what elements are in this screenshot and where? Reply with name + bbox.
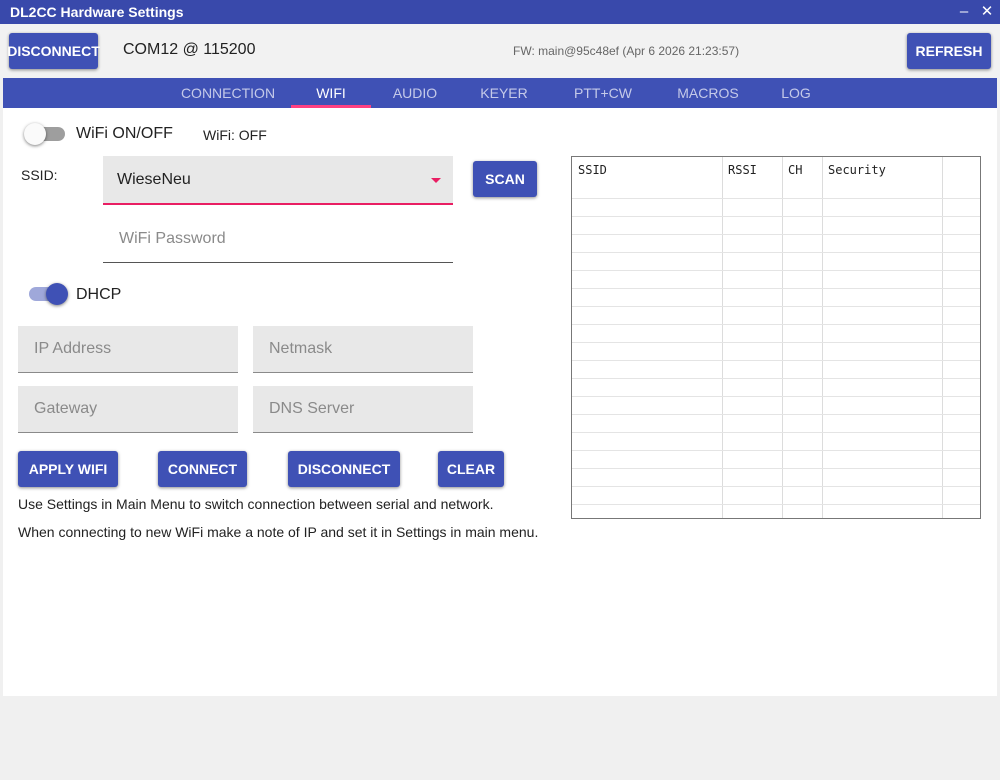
tab-bar: CONNECTION WIFI AUDIO KEYER PTT+CW MACRO…	[3, 78, 997, 108]
wifi-toggle-label: WiFi ON/OFF	[76, 125, 173, 142]
clear-button[interactable]: CLEAR	[438, 451, 504, 487]
tab-audio[interactable]: AUDIO	[380, 78, 450, 108]
table-row-line	[572, 450, 980, 451]
table-row-line	[572, 432, 980, 433]
tab-keyer[interactable]: KEYER	[469, 78, 539, 108]
column-divider	[822, 157, 823, 518]
column-header-rssi[interactable]: RSSI	[728, 163, 757, 177]
window-title: DL2CC Hardware Settings	[10, 4, 184, 20]
tab-connection[interactable]: CONNECTION	[173, 78, 283, 108]
gateway-field[interactable]: Gateway	[18, 386, 238, 433]
ssid-value: WieseNeu	[117, 171, 191, 188]
column-divider	[942, 157, 943, 518]
column-divider	[722, 157, 723, 518]
column-divider	[782, 157, 783, 518]
column-header-security[interactable]: Security	[828, 163, 886, 177]
serial-disconnect-button[interactable]: DISCONNECT	[7, 33, 100, 69]
wifi-status: WiFi: OFF	[203, 127, 267, 143]
ssid-select[interactable]: WieseNeu	[103, 156, 453, 205]
tab-ptt-cw[interactable]: PTT+CW	[563, 78, 643, 108]
dns-server-field[interactable]: DNS Server	[253, 386, 473, 433]
wifi-connect-button[interactable]: CONNECT	[158, 451, 247, 487]
close-window-button[interactable]: ✕	[977, 1, 997, 23]
table-row-line	[572, 306, 980, 307]
title-bar: DL2CC Hardware Settings – ✕	[0, 0, 1000, 24]
note-new-wifi: When connecting to new WiFi make a note …	[18, 524, 539, 540]
dhcp-toggle-knob	[46, 283, 68, 305]
table-row-line	[572, 468, 980, 469]
wifi-toggle-knob	[24, 123, 46, 145]
ip-address-placeholder: IP Address	[34, 340, 112, 357]
apply-wifi-button[interactable]: APPLY WIFI	[18, 451, 118, 487]
dns-server-placeholder: DNS Server	[269, 400, 355, 417]
table-row-line	[572, 378, 980, 379]
table-row-line	[572, 288, 980, 289]
dhcp-label: DHCP	[76, 286, 122, 303]
refresh-button[interactable]: REFRESH	[907, 33, 991, 69]
netmask-field[interactable]: Netmask	[253, 326, 473, 373]
tab-wifi[interactable]: WIFI	[291, 78, 371, 108]
dropdown-arrow-icon	[431, 178, 441, 183]
table-row-line	[572, 396, 980, 397]
ip-address-field[interactable]: IP Address	[18, 326, 238, 373]
table-row-line	[572, 216, 980, 217]
tab-macros[interactable]: MACROS	[668, 78, 748, 108]
toolbar: DISCONNECT COM12 @ 115200 FW: main@95c48…	[0, 24, 1000, 78]
wifi-password-field[interactable]: WiFi Password	[103, 216, 453, 263]
wifi-panel: WiFi ON/OFF WiFi: OFF SSID: WieseNeu SCA…	[3, 108, 997, 696]
column-header-ssid[interactable]: SSID	[578, 163, 607, 177]
footer-area	[0, 696, 1000, 780]
table-row-line	[572, 342, 980, 343]
table-row-line	[572, 360, 980, 361]
netmask-placeholder: Netmask	[269, 340, 333, 357]
port-label: COM12 @ 115200	[123, 41, 256, 58]
tab-log[interactable]: LOG	[771, 78, 821, 108]
table-row-line	[572, 324, 980, 325]
scan-button[interactable]: SCAN	[473, 161, 537, 197]
note-serial-network: Use Settings in Main Menu to switch conn…	[18, 496, 494, 512]
table-row-line	[572, 234, 980, 235]
table-row-line	[572, 198, 980, 199]
minimize-button[interactable]: –	[954, 1, 974, 23]
table-row-line	[572, 486, 980, 487]
table-row-line	[572, 270, 980, 271]
scan-results-table[interactable]: SSID RSSI CH Security	[571, 156, 981, 519]
ssid-label: SSID:	[21, 167, 58, 183]
column-header-ch[interactable]: CH	[788, 163, 802, 177]
table-row-line	[572, 504, 980, 505]
table-row-line	[572, 414, 980, 415]
wifi-disconnect-button[interactable]: DISCONNECT	[288, 451, 400, 487]
gateway-placeholder: Gateway	[34, 400, 98, 417]
wifi-password-placeholder: WiFi Password	[119, 230, 226, 247]
table-row-line	[572, 252, 980, 253]
firmware-version: FW: main@95c48ef (Apr 6 2026 21:23:57)	[513, 44, 740, 58]
